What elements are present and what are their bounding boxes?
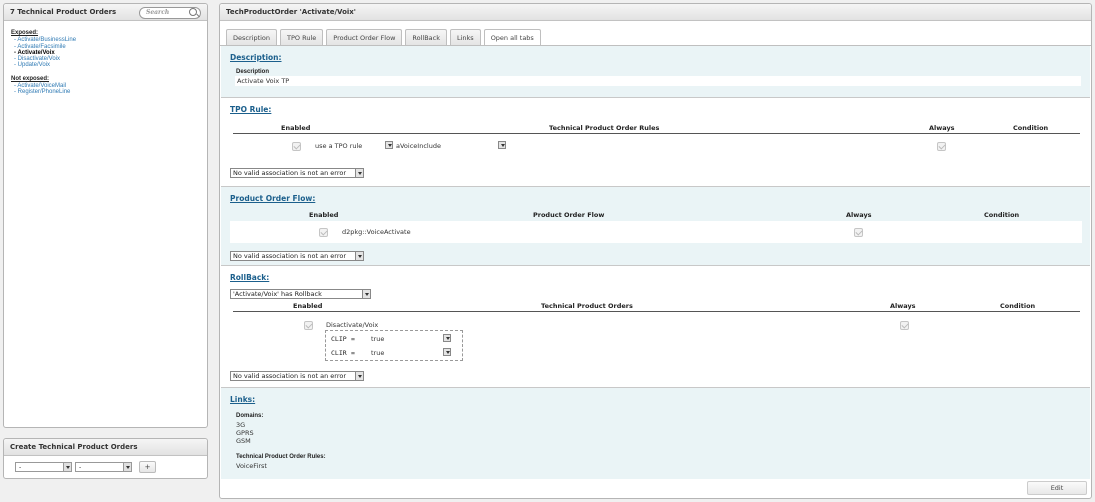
chevron-down-icon[interactable] xyxy=(355,252,363,260)
cond-key: CLIP xyxy=(331,335,347,343)
not-exposed-group-label: Not exposed: xyxy=(11,75,50,82)
description-section: Description: Description Activate Voix T… xyxy=(221,46,1090,98)
tpo-list-panel: 7 Technical Product Orders Search Expose… xyxy=(3,3,208,428)
rollback-conditions: CLIP = true CLIR = true xyxy=(325,330,463,361)
add-tpo-button[interactable]: + xyxy=(139,461,156,473)
cond-value[interactable]: true xyxy=(371,349,384,357)
chevron-down-icon[interactable] xyxy=(498,141,506,149)
create-subtype-select[interactable]: - xyxy=(75,462,132,472)
domain-item: 3G xyxy=(236,421,246,429)
tpo-rule-value[interactable]: aVoiceInclude xyxy=(396,142,441,150)
col-enabled: Enabled xyxy=(293,302,323,310)
tpo-rules-label: Technical Product Order Rules: xyxy=(236,454,326,460)
description-label: Description xyxy=(236,69,270,75)
rollback-section: RollBack: 'Activate/Voix' has Rollback E… xyxy=(221,266,1090,388)
col-enabled: Enabled xyxy=(309,211,339,219)
col-always: Always xyxy=(929,124,955,132)
pof-association-value: No valid association is not an error xyxy=(233,252,347,260)
create-type-select[interactable]: - xyxy=(15,462,72,472)
rollback-select[interactable]: 'Activate/Voix' has Rollback xyxy=(230,289,371,299)
edit-button[interactable]: Edit xyxy=(1027,481,1087,495)
search-icon[interactable] xyxy=(189,8,197,16)
tab-links[interactable]: Links xyxy=(449,29,481,45)
chevron-down-icon[interactable] xyxy=(443,348,451,356)
tree-item[interactable]: - Register/PhoneLine xyxy=(11,89,200,95)
search-placeholder: Search xyxy=(146,9,170,16)
tab-rollback[interactable]: RollBack xyxy=(405,29,447,45)
tab-description[interactable]: Description xyxy=(226,29,278,45)
chevron-down-icon[interactable] xyxy=(385,141,393,149)
col-tpo: Technical Product Orders xyxy=(541,302,633,310)
links-section: Links: Domains: 3G GPRS GSM Technical Pr… xyxy=(221,388,1090,479)
create-tpo-panel: Create Technical Product Orders - - + xyxy=(3,438,208,479)
col-pof: Product Order Flow xyxy=(533,211,605,219)
rollback-select-value: 'Activate/Voix' has Rollback xyxy=(233,290,322,298)
cond-op: = xyxy=(351,335,355,343)
exposed-group-label: Exposed: xyxy=(11,30,39,36)
chevron-down-icon[interactable] xyxy=(355,169,363,177)
search-input[interactable]: Search xyxy=(139,7,201,19)
col-condition: Condition xyxy=(1000,302,1036,310)
create-type-value: - xyxy=(19,464,22,471)
pof-association-select[interactable]: No valid association is not an error xyxy=(230,251,364,261)
rollback-association-value: No valid association is not an error xyxy=(233,372,347,380)
pof-title[interactable]: Product Order Flow: xyxy=(230,194,315,203)
tab-bar: Description TPO Rule Product Order Flow … xyxy=(226,29,541,46)
col-always: Always xyxy=(846,211,872,219)
tpo-association-value: No valid association is not an error xyxy=(233,169,347,177)
tpo-rule-section: TPO Rule: Enabled Technical Product Orde… xyxy=(221,98,1090,187)
col-always: Always xyxy=(890,302,916,310)
enabled-checkbox[interactable] xyxy=(319,228,328,237)
pof-section: Product Order Flow: Enabled Product Orde… xyxy=(221,187,1090,266)
create-tpo-title: Create Technical Product Orders xyxy=(10,443,138,451)
col-condition: Condition xyxy=(984,211,1020,219)
tpo-detail-header: TechProductOrder 'Activate/Voix' xyxy=(220,4,1091,21)
tpo-list-title: 7 Technical Product Orders xyxy=(10,8,117,16)
create-tpo-header: Create Technical Product Orders xyxy=(4,439,207,456)
tpo-rule-link[interactable]: VoiceFirst xyxy=(236,462,267,470)
tpo-rule-title[interactable]: TPO Rule: xyxy=(230,105,271,114)
links-title[interactable]: Links: xyxy=(230,395,255,404)
tpo-detail-panel: TechProductOrder 'Activate/Voix' Descrip… xyxy=(219,3,1092,499)
tab-open-all[interactable]: Open all tabs xyxy=(483,29,541,46)
always-checkbox[interactable] xyxy=(937,142,946,151)
always-checkbox[interactable] xyxy=(854,228,863,237)
chevron-down-icon[interactable] xyxy=(355,372,363,380)
tab-product-order-flow[interactable]: Product Order Flow xyxy=(326,29,403,45)
cond-value[interactable]: true xyxy=(371,335,384,343)
tpo-detail-title: TechProductOrder 'Activate/Voix' xyxy=(226,8,356,16)
cond-op: = xyxy=(351,349,355,357)
chevron-down-icon[interactable] xyxy=(443,334,451,342)
domain-item: GSM xyxy=(236,437,251,445)
tpo-tree: Exposed: - Activate/BusinessLine - Activ… xyxy=(4,21,207,105)
tab-tpo-rule[interactable]: TPO Rule xyxy=(280,29,324,45)
chevron-down-icon[interactable] xyxy=(123,463,131,471)
enabled-checkbox[interactable] xyxy=(304,321,313,330)
tpo-association-select[interactable]: No valid association is not an error xyxy=(230,168,364,178)
col-condition: Condition xyxy=(1013,124,1049,132)
rollback-title[interactable]: RollBack: xyxy=(230,273,269,282)
tpo-rule-text: use a TPO rule xyxy=(315,142,363,150)
domain-item: GPRS xyxy=(236,429,254,437)
description-title[interactable]: Description: xyxy=(230,53,282,62)
rollback-association-select[interactable]: No valid association is not an error xyxy=(230,371,364,381)
chevron-down-icon[interactable] xyxy=(63,463,71,471)
always-checkbox[interactable] xyxy=(900,321,909,330)
cond-key: CLIR xyxy=(331,349,347,357)
col-tpo-rules: Technical Product Order Rules xyxy=(549,124,660,132)
pof-value: d2pkg::VoiceActivate xyxy=(342,228,411,236)
col-enabled: Enabled xyxy=(281,124,311,132)
enabled-checkbox[interactable] xyxy=(292,142,301,151)
description-value: Activate Voix TP xyxy=(235,76,1081,86)
create-subtype-value: - xyxy=(79,464,82,471)
chevron-down-icon[interactable] xyxy=(362,290,370,298)
domains-label: Domains: xyxy=(236,413,264,419)
rollback-order: Disactivate/Voix xyxy=(326,321,379,329)
tpo-list-header: 7 Technical Product Orders Search xyxy=(4,4,207,21)
